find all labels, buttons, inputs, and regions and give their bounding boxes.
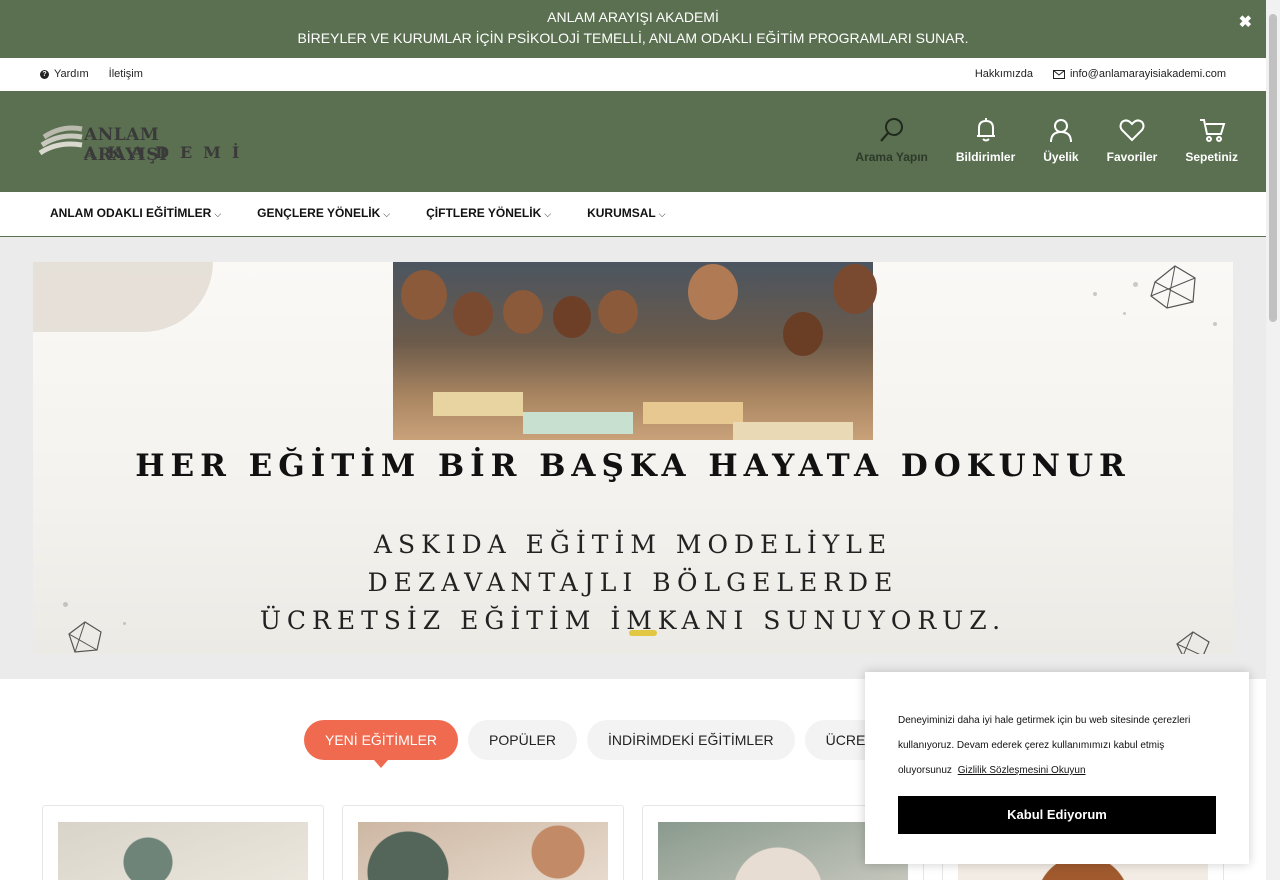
tab-discounted[interactable]: İNDİRİMDEKİ EĞİTİMLER bbox=[586, 720, 795, 760]
logo[interactable]: ANLAM ARAYIŞI AKADEMİ bbox=[38, 123, 239, 165]
chevron-down-icon: ⌵ bbox=[544, 209, 552, 219]
notifications-label: Bildirimler bbox=[955, 150, 1016, 164]
photo-figure bbox=[503, 290, 543, 334]
question-icon: ? bbox=[40, 69, 49, 79]
photo-book bbox=[733, 422, 853, 440]
logo-mark-icon bbox=[38, 125, 83, 156]
nav-item-youth[interactable]: GENÇLERE YÖNELİK ⌵ bbox=[257, 192, 390, 236]
chevron-down-icon: ⌵ bbox=[658, 209, 666, 219]
account-label: Üyelik bbox=[1043, 150, 1079, 164]
product-tabs: YENİ EĞİTİMLER POPÜLER İNDİRİMDEKİ EĞİTİ… bbox=[304, 720, 917, 768]
email-label: info@anlamarayisiakademi.com bbox=[1069, 68, 1226, 80]
logo-line2: AKADEMİ bbox=[84, 143, 251, 162]
cookie-banner: Deneyiminizi daha iyi hale getirmek için… bbox=[865, 672, 1249, 864]
privacy-link[interactable]: Gizlilik Sözleşmesini Okuyun bbox=[958, 765, 1086, 776]
mail-icon bbox=[1052, 69, 1065, 79]
nav-label: GENÇLERE YÖNELİK bbox=[257, 206, 381, 220]
favorites-label: Favoriler bbox=[1106, 150, 1158, 164]
email-link[interactable]: info@anlamarayisiakademi.com bbox=[1052, 68, 1226, 80]
search-button[interactable]: Arama Yapın bbox=[855, 116, 928, 164]
close-icon[interactable]: ✖ bbox=[1239, 12, 1252, 33]
dot-decor bbox=[1123, 312, 1126, 315]
photo-book bbox=[643, 402, 743, 424]
photo-figure bbox=[598, 290, 638, 334]
cart-button[interactable]: Sepetiniz bbox=[1185, 116, 1238, 164]
cookie-text: Deneyiminizi daha iyi hale getirmek için… bbox=[898, 708, 1216, 783]
dot-decor bbox=[1213, 322, 1217, 326]
help-label: Yardım bbox=[54, 68, 89, 80]
nav-label: ANLAM ODAKLI EĞİTİMLER bbox=[50, 206, 212, 220]
hero-photo bbox=[393, 262, 877, 440]
nav-item-meaning-trainings[interactable]: ANLAM ODAKLI EĞİTİMLER ⌵ bbox=[50, 192, 221, 236]
account-button[interactable]: Üyelik bbox=[1043, 116, 1079, 164]
main-nav: ANLAM ODAKLI EĞİTİMLER ⌵ GENÇLERE YÖNELİK… bbox=[0, 192, 1266, 237]
search-label: Arama Yapın bbox=[855, 150, 928, 164]
hero-subtitle-line1: ASKIDA EĞİTİM MODELİYLE bbox=[373, 530, 893, 559]
watercolor-decor bbox=[33, 262, 213, 332]
bell-icon bbox=[976, 118, 995, 142]
hero-subtitle-line2: DEZAVANTAJLI BÖLGELERDE bbox=[367, 568, 899, 597]
tab-popular[interactable]: POPÜLER bbox=[468, 720, 577, 760]
help-link[interactable]: ? Yardım bbox=[40, 68, 89, 80]
cart-label: Sepetiniz bbox=[1185, 150, 1238, 164]
photo-figure bbox=[833, 264, 877, 314]
site-header: ANLAM ARAYIŞI AKADEMİ Arama Yapın Bildir… bbox=[0, 91, 1266, 192]
scrollbar-thumb[interactable] bbox=[1269, 14, 1277, 322]
page: ANLAM ARAYIŞI AKADEMİ BİREYLER VE KURUML… bbox=[0, 0, 1280, 880]
dot-decor bbox=[1093, 292, 1097, 296]
product-card[interactable] bbox=[42, 805, 324, 880]
chevron-down-icon: ⌵ bbox=[383, 209, 391, 219]
product-card[interactable] bbox=[342, 805, 624, 880]
nav-label: KURUMSAL bbox=[587, 206, 656, 220]
photo-figure bbox=[401, 270, 447, 320]
announcement-title: ANLAM ARAYIŞI AKADEMİ bbox=[547, 9, 719, 25]
photo-figure bbox=[453, 292, 493, 336]
nav-item-couples[interactable]: ÇİFTLERE YÖNELİK ⌵ bbox=[426, 192, 551, 236]
contact-link[interactable]: İletişim bbox=[109, 68, 143, 80]
photo-book bbox=[433, 392, 523, 416]
photo-figure bbox=[783, 312, 823, 356]
about-link[interactable]: Hakkımızda bbox=[975, 68, 1033, 80]
favorites-button[interactable]: Favoriler bbox=[1106, 116, 1158, 164]
nav-item-corporate[interactable]: KURUMSAL ⌵ bbox=[587, 192, 666, 236]
dot-decor bbox=[1133, 282, 1138, 287]
heart-icon bbox=[1119, 119, 1145, 142]
utility-bar: ? Yardım İletişim Hakkımızda info@anlama… bbox=[0, 58, 1266, 91]
announcement-text: BİREYLER VE KURUMLAR İÇİN PSİKOLOJİ TEME… bbox=[297, 30, 969, 46]
scrollbar[interactable] bbox=[1266, 0, 1280, 880]
photo-figure bbox=[688, 264, 738, 320]
network-decor-icon bbox=[1150, 265, 1196, 309]
photo-book bbox=[523, 412, 633, 434]
tab-new-trainings[interactable]: YENİ EĞİTİMLER bbox=[304, 720, 459, 768]
announcement-bar: ANLAM ARAYIŞI AKADEMİ BİREYLER VE KURUML… bbox=[0, 0, 1266, 58]
search-icon bbox=[879, 118, 903, 142]
user-icon bbox=[1049, 119, 1072, 143]
accept-cookies-button[interactable]: Kabul Ediyorum bbox=[898, 796, 1216, 834]
slider-dot-active[interactable] bbox=[629, 630, 657, 636]
chevron-down-icon: ⌵ bbox=[214, 209, 222, 219]
hero-title: HER EĞİTİM BİR BAŞKA HAYATA DOKUNUR bbox=[135, 448, 1131, 484]
cart-icon bbox=[1199, 119, 1226, 142]
hero-section: HER EĞİTİM BİR BAŞKA HAYATA DOKUNUR ASKI… bbox=[0, 237, 1266, 679]
photo-figure bbox=[553, 296, 591, 338]
notifications-button[interactable]: Bildirimler bbox=[956, 116, 1015, 164]
product-image bbox=[358, 822, 608, 880]
nav-label: ÇİFTLERE YÖNELİK bbox=[426, 206, 542, 220]
product-image bbox=[58, 822, 308, 880]
hero-slide[interactable]: HER EĞİTİM BİR BAŞKA HAYATA DOKUNUR ASKI… bbox=[33, 262, 1233, 654]
